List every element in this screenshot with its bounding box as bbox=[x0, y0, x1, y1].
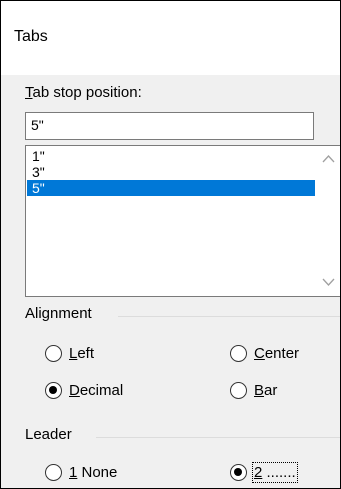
tab-stop-list[interactable]: 1" 3" 5" bbox=[25, 145, 340, 297]
tabs-dialog: Tabs Tab stop position: 5" 1" 3" 5" Alig… bbox=[0, 0, 341, 489]
tab-stop-label-text: ab stop position: bbox=[32, 84, 142, 101]
scroll-down-icon[interactable] bbox=[322, 277, 335, 287]
radio-circle bbox=[230, 345, 247, 362]
radio-circle bbox=[230, 382, 247, 399]
alignment-divider bbox=[118, 316, 340, 317]
leader-none-radio[interactable]: 1 None bbox=[45, 464, 117, 481]
dialog-title: Tabs bbox=[14, 28, 48, 45]
alignment-bar-radio[interactable]: Bar bbox=[230, 382, 277, 399]
leader-dots-radio[interactable]: 2 ....... bbox=[230, 462, 298, 483]
leader-group-label: Leader bbox=[25, 426, 72, 443]
tab-stop-position-input[interactable]: 5" bbox=[25, 112, 314, 140]
leader-dots-label: 2 ....... bbox=[252, 462, 298, 483]
alignment-decimal-radio[interactable]: Decimal bbox=[45, 382, 123, 399]
list-item[interactable]: 1" bbox=[27, 148, 315, 164]
radio-circle bbox=[45, 464, 62, 481]
dialog-titlebar: Tabs bbox=[1, 1, 340, 75]
radio-circle bbox=[45, 345, 62, 362]
tab-stop-input-value: 5" bbox=[31, 117, 44, 133]
tab-stop-position-label: Tab stop position: bbox=[25, 84, 142, 101]
alignment-center-radio[interactable]: Center bbox=[230, 345, 299, 362]
scroll-up-icon[interactable] bbox=[322, 154, 335, 164]
list-item-selected[interactable]: 5" bbox=[27, 180, 315, 196]
radio-circle-checked bbox=[230, 464, 247, 481]
list-item[interactable]: 3" bbox=[27, 164, 315, 180]
alignment-left-radio[interactable]: Left bbox=[45, 345, 94, 362]
tab-stop-accel: T bbox=[25, 84, 33, 101]
radio-circle-checked bbox=[45, 382, 62, 399]
alignment-group-label: Alignment bbox=[25, 305, 92, 322]
list-scrollbar[interactable] bbox=[317, 146, 340, 296]
leader-divider bbox=[96, 437, 340, 438]
